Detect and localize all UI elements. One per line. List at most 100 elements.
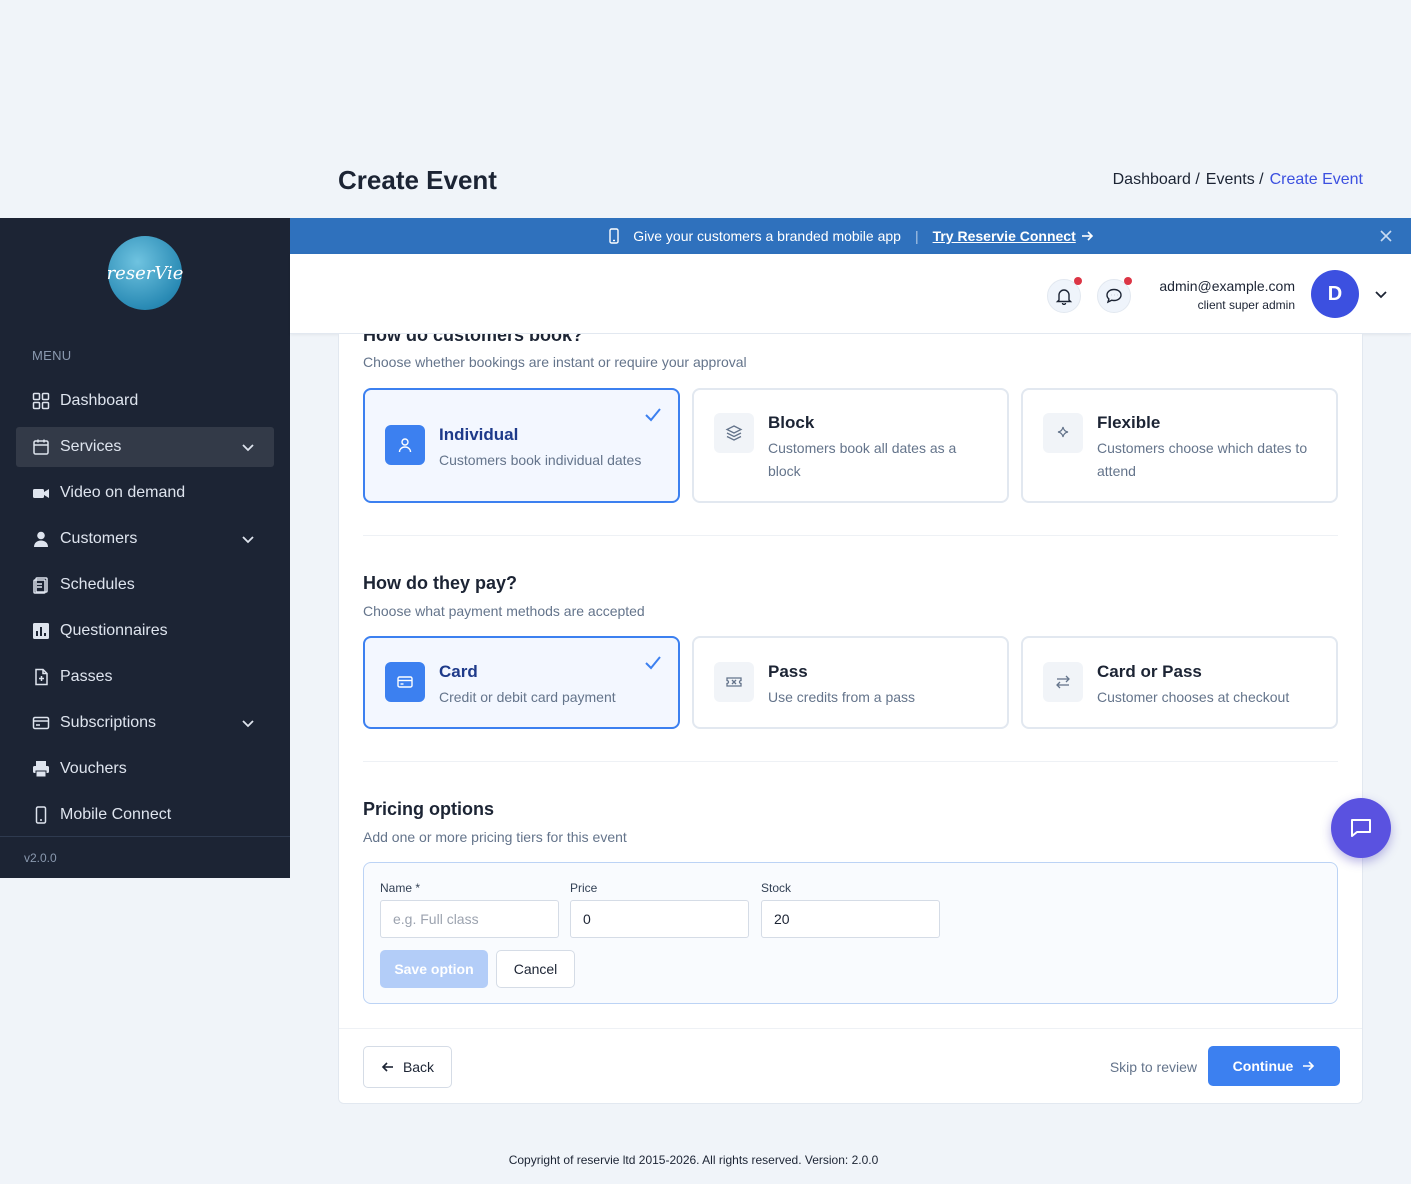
- sidebar-item-label: Mobile Connect: [60, 806, 172, 823]
- card-icon: [32, 714, 50, 732]
- arrow-left-icon: [381, 1062, 393, 1072]
- message-dot: [1124, 277, 1132, 285]
- chart-icon: [32, 622, 50, 640]
- option-description: Use credits from a pass: [768, 689, 916, 705]
- sidebar-item-video-on-demand[interactable]: Video on demand: [16, 473, 274, 513]
- name-field[interactable]: [380, 900, 559, 938]
- chat-support-button[interactable]: [1331, 798, 1391, 858]
- payment-section-title: How do they pay?: [363, 573, 518, 593]
- payment-option-card[interactable]: Card Credit or debit card payment: [363, 636, 680, 729]
- price-field-label: Price: [570, 881, 598, 895]
- person-icon: [385, 425, 425, 465]
- option-title: Card: [439, 662, 478, 681]
- form-footer: Back Skip to review Continue: [339, 1028, 1362, 1103]
- back-button-label: Back: [402, 1059, 435, 1075]
- sidebar-item-mobile-connect[interactable]: Mobile Connect: [16, 795, 274, 835]
- pricing-section-subtitle: Add one or more pricing tiers for this e…: [363, 829, 627, 845]
- booking-option-individual[interactable]: Individual Customers book individual dat…: [363, 388, 680, 503]
- option-description: Customers choose which dates to attend: [1097, 440, 1308, 479]
- breadcrumb-events[interactable]: Events /: [1206, 171, 1264, 189]
- check-icon: [645, 656, 661, 670]
- chat-bubble-icon: [1106, 288, 1122, 304]
- breadcrumb: Dashboard / Events / Create Event: [1113, 171, 1363, 189]
- booking-option-flexible[interactable]: Flexible Customers choose which dates to…: [1021, 388, 1338, 503]
- sidebar-item-label: Subscriptions: [60, 714, 157, 731]
- booking-section-title: How do customers book?: [363, 334, 584, 345]
- user-role: client super admin: [1197, 298, 1295, 312]
- sparkle-icon: [1043, 413, 1083, 453]
- payment-section-subtitle: Choose what payment methods are accepted: [363, 603, 645, 619]
- phone-icon: [32, 806, 50, 824]
- user-info[interactable]: admin@example.com client super admin: [1159, 278, 1295, 312]
- clipboard-icon: [32, 576, 50, 594]
- sidebar-item-schedules[interactable]: Schedules: [16, 565, 274, 605]
- sidebar-item-passes[interactable]: Passes: [16, 657, 274, 697]
- sidebar: reserVie MENU Dashboard Services Video o…: [0, 218, 290, 878]
- sidebar-item-label: Dashboard: [60, 392, 139, 409]
- sidebar-nav: Dashboard Services Video on demand Custo…: [16, 381, 274, 841]
- sidebar-item-label: Customers: [60, 530, 138, 547]
- breadcrumb-dashboard[interactable]: Dashboard /: [1113, 171, 1200, 189]
- grid-icon: [32, 392, 50, 410]
- video-icon: [32, 484, 50, 502]
- option-title: Card or Pass: [1097, 662, 1202, 681]
- sidebar-item-label: Video on demand: [60, 484, 186, 501]
- continue-button-label: Continue: [1232, 1058, 1294, 1074]
- copyright: Copyright of reservie ltd 2015-2026. All…: [508, 1153, 879, 1167]
- pricing-option-form: Name * Price Stock Save option Cancel: [363, 862, 1338, 1004]
- topbar: admin@example.com client super admin D: [290, 254, 1411, 334]
- promo-text: Give your customers a branded mobile app: [633, 228, 901, 244]
- back-button[interactable]: Back: [363, 1046, 452, 1088]
- payment-option-pass[interactable]: Pass Use credits from a pass: [692, 636, 1009, 729]
- option-description: Customer chooses at checkout: [1097, 689, 1290, 705]
- phone-icon: [609, 228, 619, 244]
- ticket-icon: [714, 662, 754, 702]
- chevron-down-icon[interactable]: [1373, 286, 1389, 302]
- price-field[interactable]: [570, 900, 749, 938]
- sidebar-item-label: Schedules: [60, 576, 135, 593]
- breadcrumb-current: Create Event: [1269, 171, 1363, 188]
- option-title: Pass: [768, 662, 808, 681]
- swap-icon: [1043, 662, 1083, 702]
- page-title: Create Event: [338, 164, 497, 195]
- continue-button[interactable]: Continue: [1208, 1046, 1340, 1086]
- skip-to-review-link[interactable]: Skip to review: [1110, 1059, 1197, 1075]
- save-option-button[interactable]: Save option: [380, 950, 488, 988]
- option-title: Individual: [439, 425, 519, 444]
- user-email: admin@example.com: [1159, 278, 1295, 294]
- avatar[interactable]: D: [1311, 270, 1359, 318]
- page-header: Create Event Dashboard / Events / Create…: [338, 160, 1363, 200]
- sidebar-item-subscriptions[interactable]: Subscriptions: [16, 703, 274, 743]
- section-divider: [363, 535, 1338, 536]
- chevron-down-icon: [242, 720, 254, 728]
- close-icon[interactable]: [1377, 227, 1395, 245]
- sidebar-item-vouchers[interactable]: Vouchers: [16, 749, 274, 789]
- sidebar-item-services[interactable]: Services: [16, 427, 274, 467]
- sidebar-item-questionnaires[interactable]: Questionnaires: [16, 611, 274, 651]
- option-description: Credit or debit card payment: [439, 689, 616, 705]
- version-label: v2.0.0: [0, 836, 290, 878]
- sidebar-item-dashboard[interactable]: Dashboard: [16, 381, 274, 421]
- calendar-icon: [32, 438, 50, 456]
- pricing-section-title: Pricing options: [363, 799, 495, 819]
- stock-field-label: Stock: [761, 881, 792, 895]
- logo[interactable]: reserVie: [107, 236, 183, 310]
- booking-option-block[interactable]: Block Customers book all dates as a bloc…: [692, 388, 1009, 503]
- sidebar-item-customers[interactable]: Customers: [16, 519, 274, 559]
- check-icon: [645, 408, 661, 422]
- option-title: Block: [768, 413, 815, 432]
- credit-card-icon: [385, 662, 425, 702]
- notification-dot: [1074, 277, 1082, 285]
- payment-option-card-or-pass[interactable]: Card or Pass Customer chooses at checkou…: [1021, 636, 1338, 729]
- sidebar-item-label: Passes: [60, 668, 113, 685]
- option-description: Customers book individual dates: [439, 452, 642, 468]
- stock-field[interactable]: [761, 900, 940, 938]
- printer-icon: [32, 760, 50, 778]
- promo-link[interactable]: Try Reservie Connect: [933, 228, 1076, 244]
- cancel-button[interactable]: Cancel: [496, 950, 575, 988]
- messages-button[interactable]: [1097, 277, 1132, 313]
- sidebar-item-label: Services: [60, 438, 122, 455]
- layers-icon: [714, 413, 754, 453]
- menu-label: MENU: [32, 348, 72, 363]
- notifications-button[interactable]: [1047, 277, 1082, 313]
